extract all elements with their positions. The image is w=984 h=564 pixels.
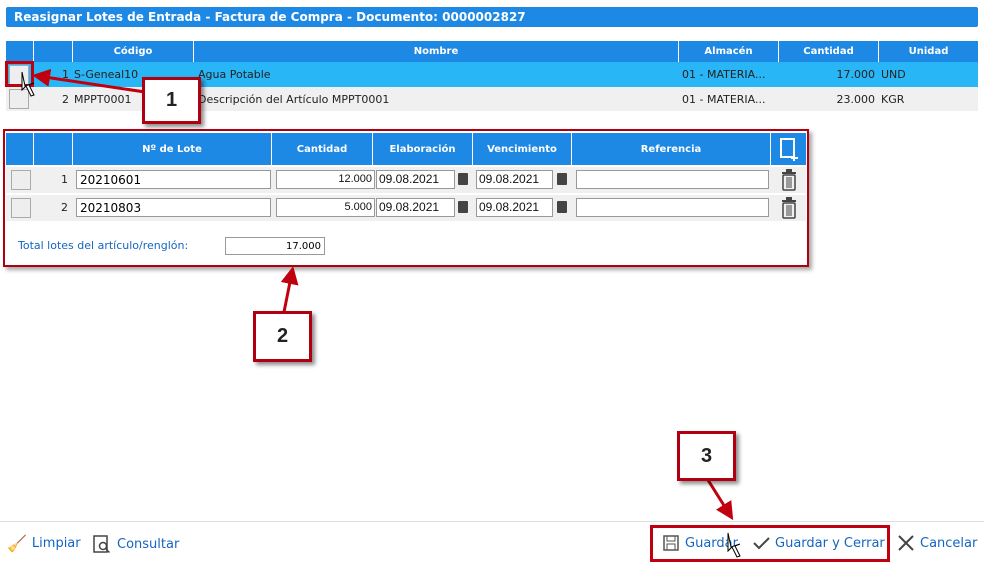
- callout-2: 2: [253, 311, 312, 362]
- callout-1: 1: [142, 77, 201, 124]
- cursor-icon: [727, 532, 741, 558]
- arrow-3: [706, 479, 734, 521]
- arrow-1: [32, 68, 146, 94]
- arrow-2: [280, 266, 299, 313]
- cursor-icon: [21, 71, 35, 97]
- callout-3: 3: [677, 431, 736, 481]
